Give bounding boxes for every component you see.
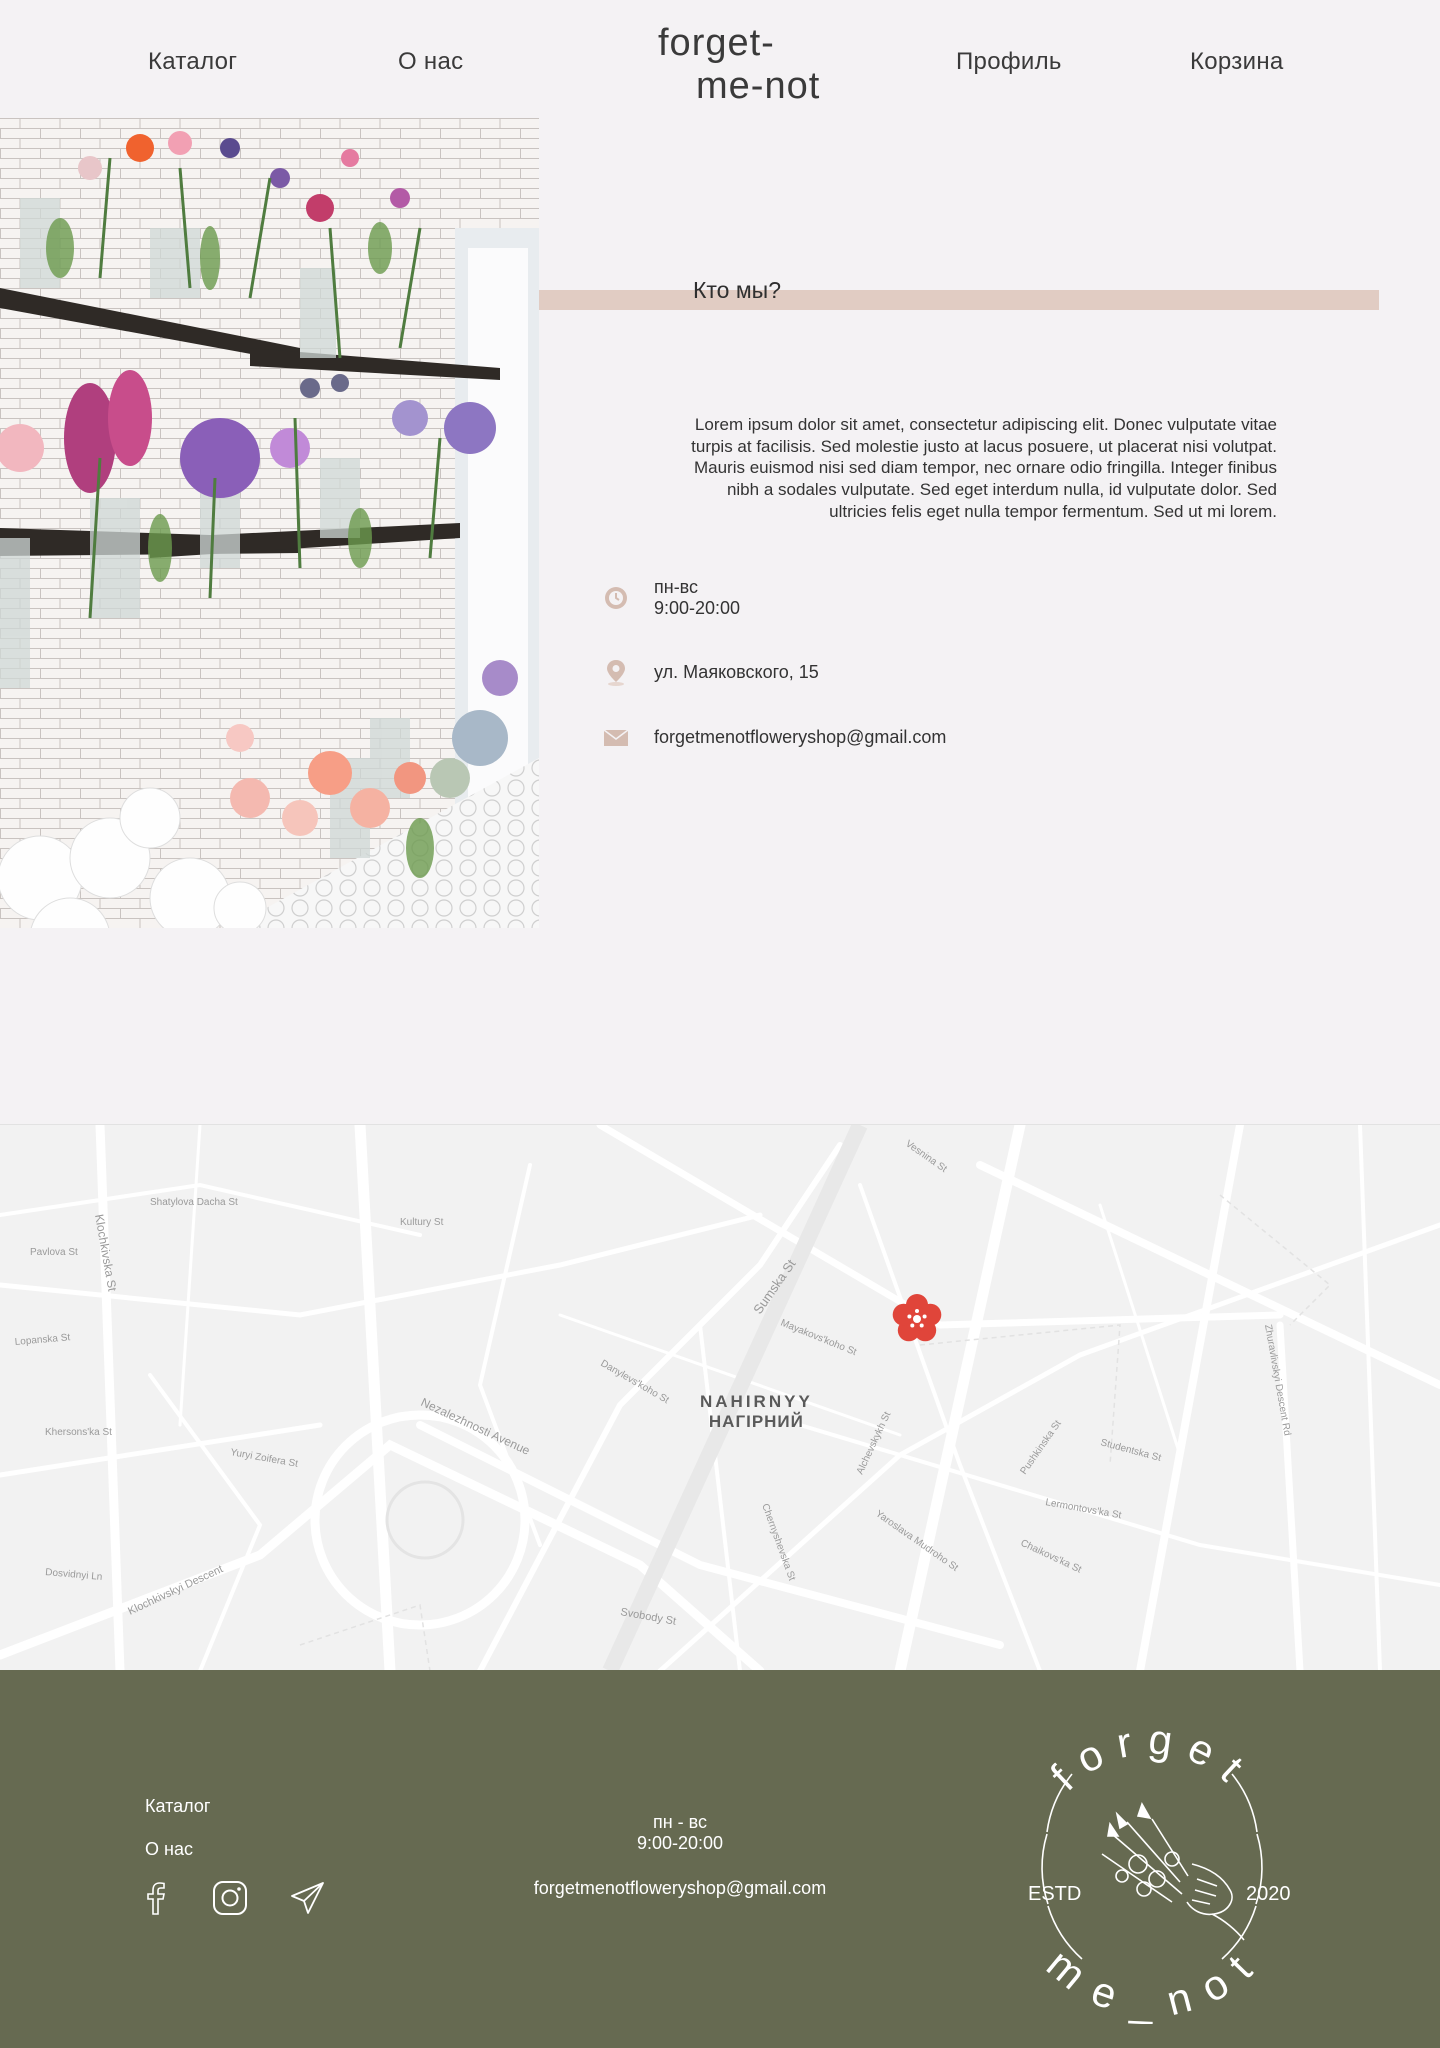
about-text: Lorem ipsum dolor sit amet, consectetur … [691, 415, 1277, 521]
map-street-label: Pavlova St [30, 1247, 78, 1258]
map-street-label: Shatylova Dacha St [150, 1197, 238, 1208]
heading-accent-bar [539, 290, 1379, 310]
brand-seal-logo: forget me_not ESTD 2020 [992, 1704, 1312, 2026]
nav-cart[interactable]: Корзина [1190, 48, 1284, 76]
district-cyrillic: НАГІРНИЙ [708, 1412, 804, 1431]
location-pin-icon [602, 658, 630, 686]
footer-link-catalog[interactable]: Каталог [145, 1796, 210, 1817]
nav-about[interactable]: О нас [398, 48, 463, 76]
about-heading: Кто мы? [693, 277, 781, 303]
opening-hours: пн-вс 9:00-20:00 [654, 577, 740, 619]
facebook-icon[interactable] [138, 1880, 174, 1916]
address: ул. Маяковского, 15 [654, 662, 819, 682]
district-latin: NAHIRNYY [700, 1392, 813, 1411]
footer-opening-hours: пн - вс 9:00-20:00 [560, 1812, 800, 1854]
logo-line-1: forget- [658, 22, 775, 64]
footer-email[interactable]: forgetmenotfloweryshop@gmail.com [500, 1878, 860, 1899]
seal-year: 2020 [1246, 1883, 1291, 1905]
contact-email[interactable]: forgetmenotfloweryshop@gmail.com [654, 727, 946, 748]
logo-line-2: me-not [696, 65, 821, 107]
map-street-label: Khersons'ka St [45, 1427, 112, 1438]
footer: Каталог О нас пн - вс 9:00-20:00 forgetm… [0, 1670, 1440, 2048]
hours-days: пн-вс [654, 577, 699, 597]
footer-hours-days: пн - вс [652, 1812, 708, 1832]
footer-link-about[interactable]: О нас [145, 1839, 193, 1860]
telegram-icon[interactable] [290, 1880, 326, 1916]
map-district-label: NAHIRNYY НАГІРНИЙ [700, 1392, 813, 1432]
nav-profile[interactable]: Профиль [956, 48, 1062, 76]
mail-icon [602, 724, 630, 752]
nav-catalog[interactable]: Каталог [148, 48, 237, 76]
seal-bottom-text: me_not [1038, 1939, 1268, 2024]
shop-photo [0, 118, 539, 928]
footer-hours-time: 9:00-20:00 [636, 1833, 724, 1853]
seal-top-text: forget [1041, 1715, 1262, 1799]
clock-icon [602, 584, 630, 612]
instagram-icon[interactable] [212, 1880, 248, 1916]
seal-estd: ESTD [1028, 1883, 1081, 1905]
map-street-label: Kultury St [400, 1217, 444, 1228]
hours-time: 9:00-20:00 [654, 598, 741, 618]
bouquet-illustration [1101, 1802, 1245, 1941]
logo[interactable]: forget- me-not [658, 22, 820, 108]
